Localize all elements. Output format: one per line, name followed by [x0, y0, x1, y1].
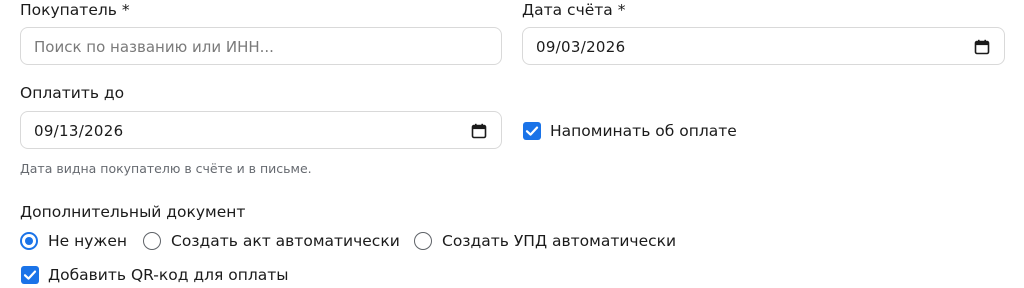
- buyer-search-input[interactable]: Поиск по названию или ИНН...: [20, 27, 502, 65]
- radio-create-act[interactable]: [143, 232, 161, 250]
- radio-create-act-label[interactable]: Создать акт автоматически: [171, 231, 400, 251]
- buyer-label: Покупатель *: [20, 1, 130, 19]
- radio-create-upd[interactable]: [414, 232, 432, 250]
- calendar-icon[interactable]: [471, 123, 487, 139]
- check-icon: [23, 270, 37, 280]
- invoice-date-value: 09/03/2026: [536, 38, 626, 56]
- extra-document-label: Дополнительный документ: [20, 203, 246, 221]
- pay-by-label: Оплатить до: [20, 84, 125, 102]
- radio-not-needed[interactable]: [20, 232, 38, 250]
- check-icon: [525, 126, 539, 136]
- radio-create-upd-label[interactable]: Создать УПД автоматически: [442, 231, 676, 251]
- qr-checkbox-label[interactable]: Добавить QR-код для оплаты: [48, 265, 289, 285]
- pay-by-hint: Дата видна покупателю в счёте и в письме…: [20, 161, 312, 176]
- invoice-date-input[interactable]: 09/03/2026: [522, 27, 1005, 65]
- buyer-search-placeholder: Поиск по названию или ИНН...: [34, 38, 274, 56]
- invoice-date-label: Дата счёта *: [522, 1, 626, 19]
- pay-by-date-input[interactable]: 09/13/2026: [20, 111, 502, 149]
- remind-checkbox-label[interactable]: Напоминать об оплате: [550, 121, 737, 141]
- radio-not-needed-label[interactable]: Не нужен: [48, 231, 127, 251]
- qr-checkbox[interactable]: [21, 266, 39, 284]
- remind-checkbox[interactable]: [523, 122, 541, 140]
- calendar-icon[interactable]: [974, 39, 990, 55]
- pay-by-date-value: 09/13/2026: [34, 122, 124, 140]
